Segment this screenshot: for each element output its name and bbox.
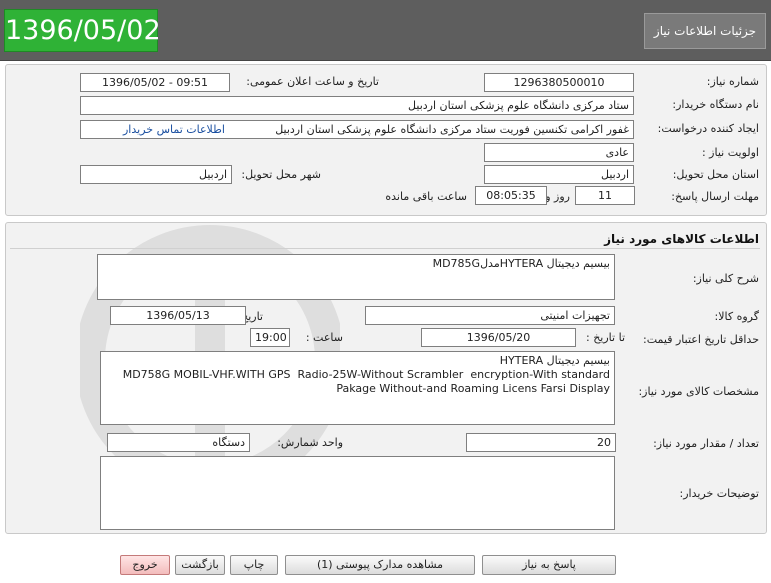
buyer-contact-link[interactable]: اطلاعات تماس خریدار xyxy=(123,121,225,138)
view-attachments-button[interactable]: مشاهده مدارک پیوستی (1) xyxy=(285,555,475,575)
reply-button[interactable]: پاسخ به نیاز xyxy=(482,555,616,575)
need-summary-box: بیسیم دیجیتال HYTERAمدلMD785G xyxy=(97,254,615,300)
price-validity-date-field: 1396/05/20 xyxy=(421,328,576,347)
price-validity-label: حداقل تاریخ اعتبار قیمت: xyxy=(643,333,759,346)
quantity-field: 20 xyxy=(466,433,616,452)
spec-line: MD758G MOBIL-VHF.WITH GPS Radio-25W-With… xyxy=(122,368,610,381)
announce-date-badge: 1396/05/02 xyxy=(4,9,161,52)
goods-spec-label: مشخصات کالای مورد نیاز: xyxy=(638,385,759,398)
delivery-city-field: اردبیل xyxy=(80,165,232,184)
creator-label: ایجاد کننده درخواست: xyxy=(657,122,759,135)
priority-label: اولویت نیاز : xyxy=(701,146,759,159)
price-validity-time-field: 19:00 xyxy=(250,328,290,347)
unit-label: واحد شمارش: xyxy=(277,436,343,449)
announce-datetime-label: تاریخ و ساعت اعلان عمومی: xyxy=(246,75,379,88)
need-date-field: 1396/05/13 xyxy=(110,306,246,325)
print-button[interactable]: چاپ xyxy=(230,555,278,575)
need-number-field: 1296380500010 xyxy=(484,73,634,92)
page-title: جزئیات اطلاعات نیاز xyxy=(644,13,766,49)
creator-name: غفور اکرامی تکنسین فوریت ستاد مرکزی دانش… xyxy=(275,123,629,136)
goods-group-field: تجهیزات امنیتی xyxy=(365,306,615,325)
deadline-time-field: 08:05:35 xyxy=(475,186,547,205)
deadline-label: مهلت ارسال پاسخ: xyxy=(671,190,759,203)
goods-spec-box: بیسیم دیجیتال HYTERA MD758G MOBIL-VHF.WIT… xyxy=(100,351,615,425)
unit-field: دستگاه xyxy=(107,433,250,452)
need-number-label: شماره نیاز: xyxy=(706,75,759,88)
buyer-org-field: ستاد مرکزی دانشگاه علوم پزشکی استان اردب… xyxy=(80,96,634,115)
exit-button[interactable]: خروج xyxy=(120,555,170,575)
time-label: ساعت : xyxy=(305,331,343,344)
need-summary-label: شرح کلی نیاز: xyxy=(692,272,759,285)
remaining-word: ساعت باقی مانده xyxy=(385,190,467,203)
delivery-province-label: استان محل تحویل: xyxy=(672,168,759,181)
buyer-org-label: نام دستگاه خریدار: xyxy=(672,98,759,111)
priority-field: عادی xyxy=(484,143,634,162)
back-button[interactable]: بازگشت xyxy=(175,555,225,575)
deadline-days-field: 11 xyxy=(575,186,635,205)
section-divider xyxy=(10,248,760,249)
announce-datetime-field: 1396/05/02 - 09:51 xyxy=(80,73,230,92)
quantity-label: تعداد / مقدار مورد نیاز: xyxy=(653,437,759,450)
spec-line: بیسیم دیجیتال HYTERA xyxy=(499,354,610,367)
delivery-city-label: شهر محل تحویل: xyxy=(241,168,321,181)
buyer-notes-label: توضیحات خریدار: xyxy=(679,487,760,500)
goods-group-label: گروه کالا: xyxy=(714,310,759,323)
buyer-notes-box xyxy=(100,456,615,530)
creator-field: غفور اکرامی تکنسین فوریت ستاد مرکزی دانش… xyxy=(80,120,634,139)
goods-section-title: اطلاعات کالاهای مورد نیاز xyxy=(604,232,759,246)
delivery-province-field: اردبیل xyxy=(484,165,634,184)
spec-line: Pakage Without-and Roaming Licens Farsi … xyxy=(336,382,610,395)
days-word: روز و xyxy=(545,190,570,203)
until-date-label: تا تاریخ : xyxy=(586,331,625,344)
